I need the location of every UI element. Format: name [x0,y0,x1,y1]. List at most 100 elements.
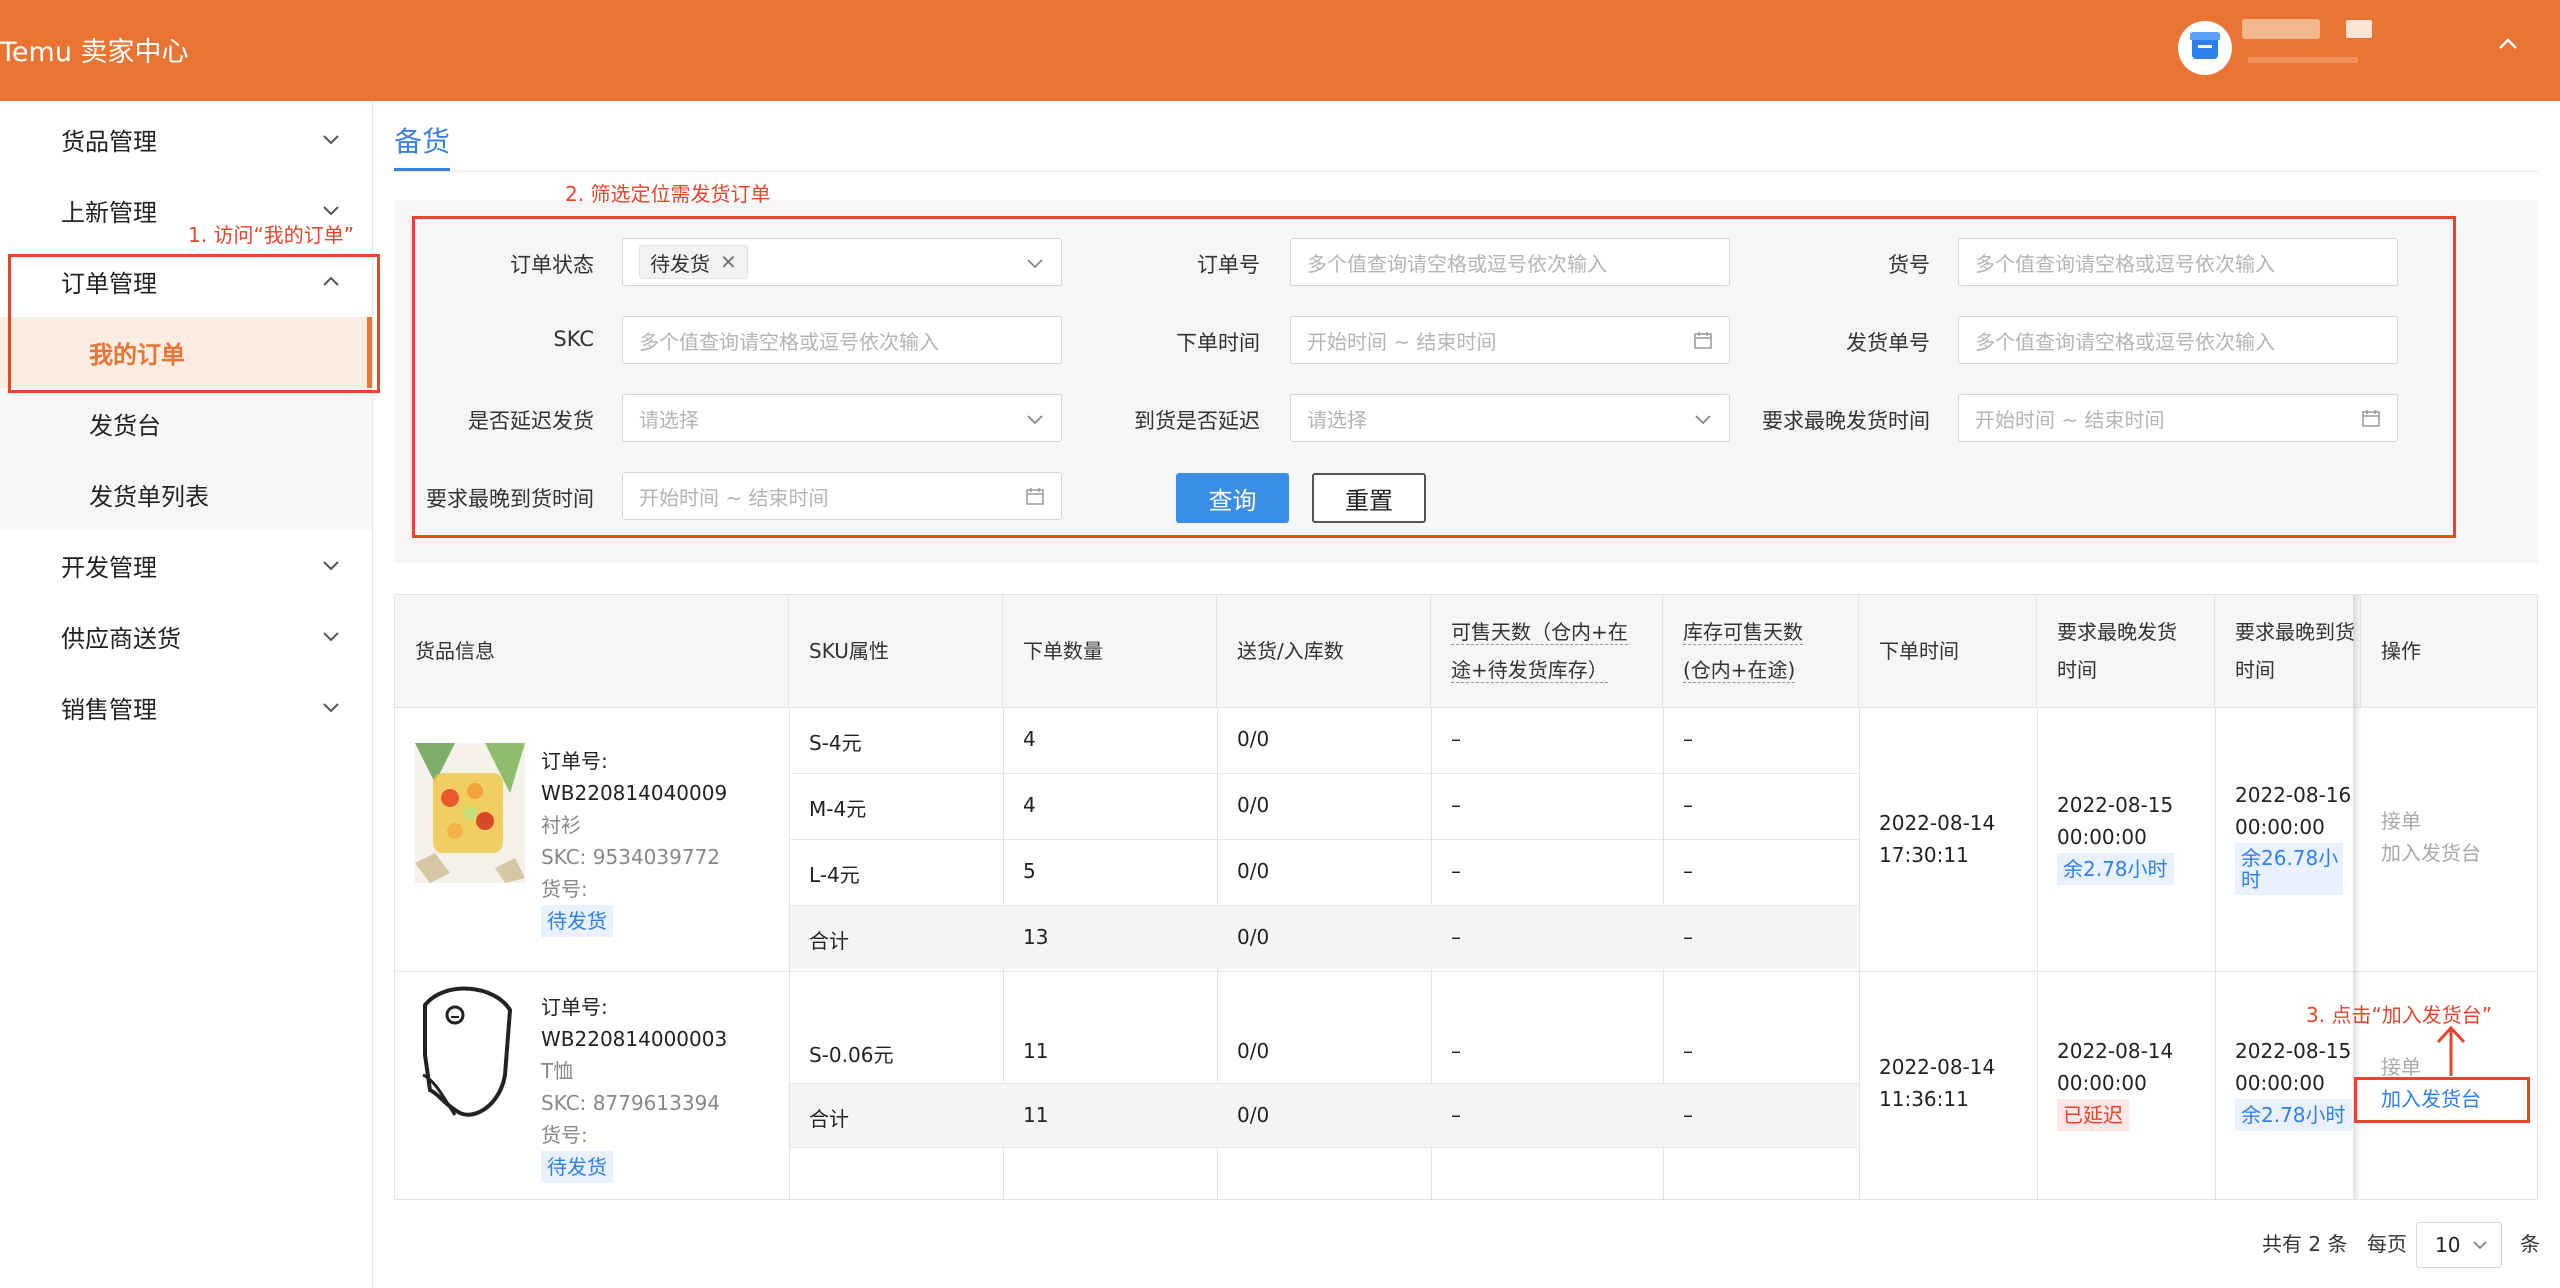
sale-days-cell: – [1451,859,1461,883]
page-size-select[interactable]: 10 [2416,1222,2502,1268]
delay-ship-select[interactable]: 请选择 [622,394,1062,442]
query-button[interactable]: 查询 [1176,473,1289,523]
arrive-date: 2022-08-15 [2235,1039,2352,1063]
arrive-remaining-badge: 余2.78小时 [2235,1099,2352,1131]
qty-cell: 11 [1023,1039,1049,1063]
th-latest-arrive: 要求最晚到货 时间 [2215,595,2361,707]
ship-date: 2022-08-14 [2057,1039,2174,1063]
calendar-icon [2362,410,2380,427]
subtotal-row-bg [790,905,1859,969]
sidebar-item-goods[interactable]: 货品管理 [0,104,372,175]
sidebar-item-ship-list[interactable]: 发货单列表 [0,459,372,530]
row-divider [789,839,1859,840]
order-no-input[interactable]: 多个值查询请空格或逗号依次输入 [1290,238,1730,286]
brand-title[interactable]: Temu 卖家中心 [0,30,189,69]
latest-ship-cell: 2022-08-14 00:00:00 已延迟 [2057,1035,2173,1131]
annotation-step2: 2. 筛选定位需发货订单 [565,182,771,206]
qty-cell: 4 [1023,727,1036,751]
order-time-cell: 2022-08-14 11:36:11 [1879,1051,1995,1115]
delivered-cell: 0/0 [1237,727,1270,751]
close-icon[interactable]: ✕ [720,250,737,274]
order-no-value[interactable]: WB220814040009 [541,777,781,809]
sku-cell: S-4元 [809,731,862,755]
th-sale-days[interactable]: 可售天数（仓内+在 途+待发货库存） [1431,595,1663,707]
row-divider [789,905,1859,906]
chevron-down-icon [323,703,339,713]
th-stock-days-line2: (仓内+在途) [1683,658,1796,683]
goods-info: 订单号: WB220814000003 T恤 SKC: 8779613394 货… [541,991,781,1183]
pagination-total: 共有 2 条 [2262,1232,2348,1256]
subtotal-delivered: 0/0 [1237,925,1270,949]
latest-ship-range[interactable]: 开始时间 ~ 结束时间 [1958,394,2398,442]
goods-no-label: 货号 [1888,253,1930,277]
delay-ship-placeholder: 请选择 [639,407,699,432]
accept-order-link[interactable]: 接单 [2381,805,2481,837]
latest-arrive-range[interactable]: 开始时间 ~ 结束时间 [622,472,1062,520]
sidebar-item-sales[interactable]: 销售管理 [0,672,372,743]
skc-label: SKC [553,327,594,351]
stock-days-cell: – [1683,727,1693,751]
latest-ship-label: 要求最晚发货时间 [1762,409,1930,433]
ship-no-input[interactable]: 多个值查询请空格或逗号依次输入 [1958,316,2398,364]
qty-cell: 5 [1023,859,1036,883]
order-time-placeholder: 开始时间 ~ 结束时间 [1307,329,1497,354]
subtotal-qty: 11 [1023,1103,1049,1127]
col-divider [2215,707,2216,1199]
status-tag: 待发货 ✕ [639,245,748,279]
subtotal-label: 合计 [809,1107,849,1131]
order-time-range[interactable]: 开始时间 ~ 结束时间 [1290,316,1730,364]
order-status-label: 订单状态 [510,253,594,277]
th-latest-ship-text: 要求最晚发货 时间 [2057,613,2177,689]
chevron-up-icon[interactable] [2496,32,2520,56]
th-stock-days[interactable]: 库存可售天数 (仓内+在途) [1663,595,1859,707]
page-size-value: 10 [2435,1233,2461,1257]
row-divider [789,1147,1859,1148]
tab-divider [394,171,2538,172]
th-delivered: 送货/入库数 [1217,595,1431,707]
order-no-label: 订单号 [1197,253,1260,277]
th-qty-text: 下单数量 [1023,639,1103,663]
sidebar-item-supplier[interactable]: 供应商送货 [0,601,372,672]
qty-cell: 4 [1023,793,1036,817]
sidebar-item-label: 货品管理 [61,128,157,156]
delivered-cell: 0/0 [1237,793,1270,817]
th-actions: 操作 [2361,595,2537,707]
th-goods-text: 货品信息 [415,639,495,663]
latest-arrive-label: 要求最晚到货时间 [426,487,594,511]
add-to-ship-desk-link[interactable]: 加入发货台 [2381,837,2481,869]
skc-input[interactable]: 多个值查询请空格或逗号依次输入 [622,316,1062,364]
orders-table: 货品信息 SKU属性 下单数量 送货/入库数 可售天数（仓内+在 途+待发货库存）… [394,594,2538,1200]
product-image-shirt [415,743,525,883]
delay-ship-label: 是否延迟发货 [468,409,594,433]
order-clock: 17:30:11 [1879,843,1969,867]
order-status-select[interactable]: 待发货 ✕ [622,238,1062,286]
product-image-tshirt [415,985,525,1135]
delay-arrive-select[interactable]: 请选择 [1290,394,1730,442]
actions-cell: 接单 加入发货台 [2381,805,2481,869]
delay-arrive-placeholder: 请选择 [1307,407,1367,432]
chevron-down-icon [1027,415,1043,425]
latest-arrive-placeholder: 开始时间 ~ 结束时间 [639,485,829,510]
reset-button[interactable]: 重置 [1312,473,1426,523]
tab-stock[interactable]: 备货 [394,120,450,160]
top-header: Temu 卖家中心 [0,0,2560,101]
order-no-value[interactable]: WB220814000003 [541,1023,781,1055]
th-sale-days-text: 可售天数（仓内+在 途+待发货库存） [1451,613,1628,689]
ship-remaining-badge: 余2.78小时 [2057,853,2174,885]
stock-days-cell: – [1683,1039,1693,1063]
calendar-icon [1026,488,1044,505]
th-order-time: 下单时间 [1859,595,2037,707]
annotation-box-step1 [8,254,380,393]
chevron-down-icon [323,206,339,216]
th-order-time-text: 下单时间 [1879,639,1959,663]
sidebar-item-dev[interactable]: 开发管理 [0,530,372,601]
th-goods: 货品信息 [395,595,789,707]
sidebar-item-label: 销售管理 [61,696,157,724]
skc-value: SKC: 8779613394 [541,1091,721,1115]
store-avatar-icon[interactable] [2178,21,2232,75]
sidebar-item-ship-desk[interactable]: 发货台 [0,388,372,459]
col-divider [2037,707,2038,1199]
account-name-blurred[interactable] [2242,19,2320,39]
sidebar-item-label: 供应商送货 [61,625,181,653]
goods-no-input[interactable]: 多个值查询请空格或逗号依次输入 [1958,238,2398,286]
